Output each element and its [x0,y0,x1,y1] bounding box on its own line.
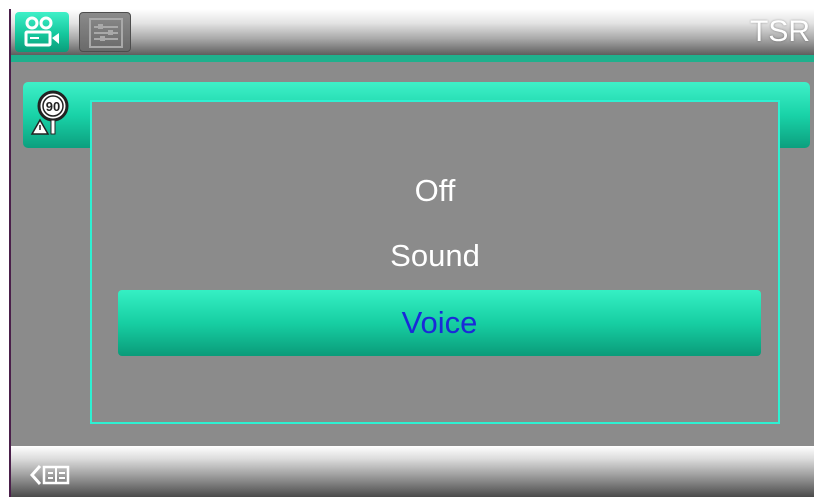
option-off[interactable]: Off [92,171,778,211]
tab-camera[interactable] [15,12,69,52]
speed-limit-sign-icon: 90 [30,90,69,135]
option-voice-label: Voice [401,305,478,340]
main-content: 90 Off Sound Voice [11,62,814,446]
device-screen: TSR 90 Off Sound Voice [9,9,814,497]
page-title: TSR [750,15,810,48]
svg-text:90: 90 [46,99,60,114]
option-dialog: Off Sound Voice [90,100,780,424]
bottom-bar [11,446,814,497]
tab-settings-menu[interactable] [79,12,131,52]
header-accent-strip [11,55,814,62]
back-icon[interactable] [29,464,73,486]
option-sound[interactable]: Sound [92,236,778,276]
option-voice-selected[interactable]: Voice [118,290,761,356]
top-bar: TSR [11,9,814,55]
settings-menu-icon [89,18,123,48]
camera-icon [24,16,59,47]
